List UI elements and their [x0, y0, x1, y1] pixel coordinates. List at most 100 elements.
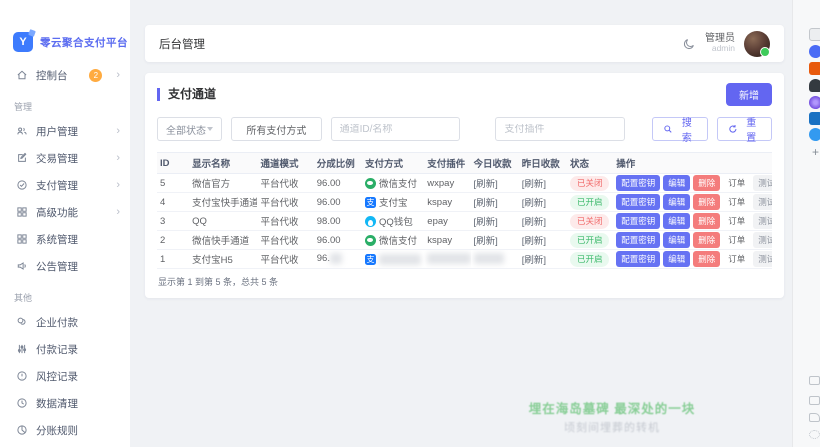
orders-button[interactable]: 订单	[723, 232, 750, 248]
channel-id-input[interactable]	[339, 123, 452, 135]
edit-button[interactable]: 编辑	[663, 213, 691, 229]
sidebar-section-manage: 管理	[14, 102, 33, 112]
test-button[interactable]: 测试	[753, 232, 772, 248]
edit-icon	[15, 152, 28, 165]
filter-bar: 全部状态 所有支付方式 搜索 重置	[157, 117, 772, 144]
extension-icon-2[interactable]	[809, 45, 820, 58]
delete-button[interactable]: 删除	[693, 213, 721, 229]
test-button[interactable]: 测试	[753, 213, 772, 229]
brand: Y 零云聚合支付平台	[0, 0, 130, 52]
extension-icon-5[interactable]	[809, 96, 820, 109]
notification-badge: 2	[89, 68, 103, 82]
refresh-today-link[interactable]: [刷新]	[474, 198, 498, 209]
configure-key-button[interactable]: 配置密钥	[616, 232, 661, 248]
edit-button[interactable]: 编辑	[663, 175, 691, 191]
sidebar-item-dashboard[interactable]: 控制台 2 ›	[0, 66, 130, 84]
orders-button[interactable]: 订单	[723, 194, 750, 210]
edit-button[interactable]: 编辑	[663, 251, 691, 267]
sidebar-item-risk-records[interactable]: 风控记录	[0, 367, 130, 385]
grid-icon	[15, 233, 28, 246]
dock-tool-icon-1[interactable]	[809, 376, 820, 385]
table-row: 3 QQ 平台代收 98.00 QQ钱包 epay [刷新] [刷新] 已关闭 …	[157, 211, 772, 231]
plugin-input[interactable]	[504, 123, 617, 135]
top-header: 后台管理 管理员 admin	[145, 25, 784, 62]
chevron-down-icon	[207, 127, 214, 131]
status-select[interactable]: 全部状态	[157, 117, 223, 141]
table-row: 4 支付宝快手通道 平台代收 96.00 支付宝 kspay [刷新] [刷新]…	[157, 192, 772, 212]
redacted-blur	[378, 253, 422, 265]
configure-key-button[interactable]: 配置密钥	[616, 175, 661, 191]
test-button[interactable]: 测试	[753, 251, 772, 267]
refresh-yesterday-link[interactable]: [刷新]	[522, 217, 546, 228]
delete-button[interactable]: 删除	[693, 232, 721, 248]
extension-icon-4[interactable]	[809, 79, 820, 92]
home-icon	[15, 69, 28, 82]
user-name: admin	[711, 43, 735, 54]
dock-tool-icon-4[interactable]	[809, 430, 820, 439]
sidebar-item-payment-management[interactable]: 支付管理 ›	[0, 176, 130, 194]
sidebar-item-data-cleanup[interactable]: 数据清理	[0, 394, 130, 412]
extension-icon-1[interactable]	[809, 28, 820, 41]
main-content: 后台管理 管理员 admin 支付通道 新增 全部状态 所有支付方式 通道ID/…	[130, 0, 792, 447]
alipay-icon	[364, 253, 376, 265]
pie-icon	[15, 424, 28, 437]
table-row: 2 微信快手通道 平台代收 96.00 微信支付 kspay [刷新] [刷新]…	[157, 230, 772, 250]
sidebar-item-user-management[interactable]: 用户管理 ›	[0, 122, 130, 140]
add-button[interactable]: 新增	[726, 83, 772, 106]
extension-icon-6[interactable]	[809, 112, 820, 125]
sidebar-item-announcement-management[interactable]: 公告管理	[0, 257, 130, 275]
reset-button[interactable]: 重置	[716, 117, 772, 144]
desktop-lyrics-overlay: 埋在海岛墓碑 最深处的一块 顷刻间埋葬的转机	[482, 398, 742, 435]
reset-icon	[728, 125, 737, 133]
extension-icon-3[interactable]	[809, 62, 820, 75]
sidebar-item-transaction-management[interactable]: 交易管理 ›	[0, 149, 130, 167]
delete-button[interactable]: 删除	[693, 194, 721, 210]
test-button[interactable]: 测试	[753, 175, 772, 191]
sidebar: Y 零云聚合支付平台 控制台 2 › 管理 用户管理 › 交易管理 › 支付管理…	[0, 0, 130, 447]
sidebar-item-split-rules[interactable]: 分账规则	[0, 421, 130, 439]
refresh-today-link[interactable]: [刷新]	[474, 217, 498, 228]
refresh-yesterday-link[interactable]: [刷新]	[522, 236, 546, 247]
chevron-right-icon: ›	[116, 68, 120, 81]
status-badge: 已开启	[569, 251, 610, 267]
sidebar-item-payment-records[interactable]: 付款记录	[0, 340, 130, 358]
sidebar-section-other: 其他	[14, 293, 33, 303]
delete-button[interactable]: 删除	[693, 251, 721, 267]
orders-button[interactable]: 订单	[723, 213, 750, 229]
redacted-blur	[473, 253, 504, 265]
table-header-row: ID 显示名称 通道模式 分成比例 支付方式 支付插件 今日收款 昨日收款 状态 操作	[157, 152, 772, 174]
coins-icon	[15, 316, 28, 329]
lyric-line-next: 顷刻间埋葬的转机	[564, 422, 660, 434]
edit-button[interactable]: 编辑	[663, 194, 691, 210]
orders-button[interactable]: 订单	[723, 251, 750, 267]
search-button[interactable]: 搜索	[652, 117, 708, 144]
configure-key-button[interactable]: 配置密钥	[616, 213, 661, 229]
panel-title: 支付通道	[157, 88, 216, 101]
dark-mode-toggle-icon[interactable]	[682, 37, 696, 51]
refresh-yesterday-link[interactable]: [刷新]	[522, 179, 546, 190]
refresh-yesterday-link[interactable]: [刷新]	[522, 255, 546, 266]
refresh-yesterday-link[interactable]: [刷新]	[522, 198, 546, 209]
payment-channels-panel: 支付通道 新增 全部状态 所有支付方式 搜索 重置	[145, 73, 784, 298]
refresh-today-link[interactable]: [刷新]	[474, 179, 498, 190]
sidebar-item-enterprise-payment[interactable]: 企业付款	[0, 313, 130, 331]
configure-key-button[interactable]: 配置密钥	[616, 251, 661, 267]
orders-button[interactable]: 订单	[723, 175, 750, 191]
dock-tool-icon-2[interactable]	[809, 396, 820, 405]
dock-tool-icon-3[interactable]	[809, 413, 820, 422]
test-button[interactable]: 测试	[753, 194, 772, 210]
redacted-blur	[427, 253, 471, 265]
delete-button[interactable]: 删除	[693, 175, 721, 191]
sidebar-item-advanced-features[interactable]: 高级功能 ›	[0, 203, 130, 221]
sidebar-item-system-management[interactable]: 系统管理	[0, 230, 130, 248]
payment-methods-filter-button[interactable]: 所有支付方式	[231, 117, 322, 141]
add-extension-icon[interactable]: +	[809, 146, 820, 159]
user-info[interactable]: 管理员 admin	[705, 33, 735, 54]
refresh-today-link[interactable]: [刷新]	[474, 236, 498, 247]
configure-key-button[interactable]: 配置密钥	[616, 194, 661, 210]
status-badge: 已开启	[569, 194, 610, 210]
edit-button[interactable]: 编辑	[663, 232, 691, 248]
avatar[interactable]	[744, 30, 770, 57]
extension-icon-7[interactable]	[809, 128, 820, 141]
chevron-right-icon: ›	[116, 151, 120, 164]
